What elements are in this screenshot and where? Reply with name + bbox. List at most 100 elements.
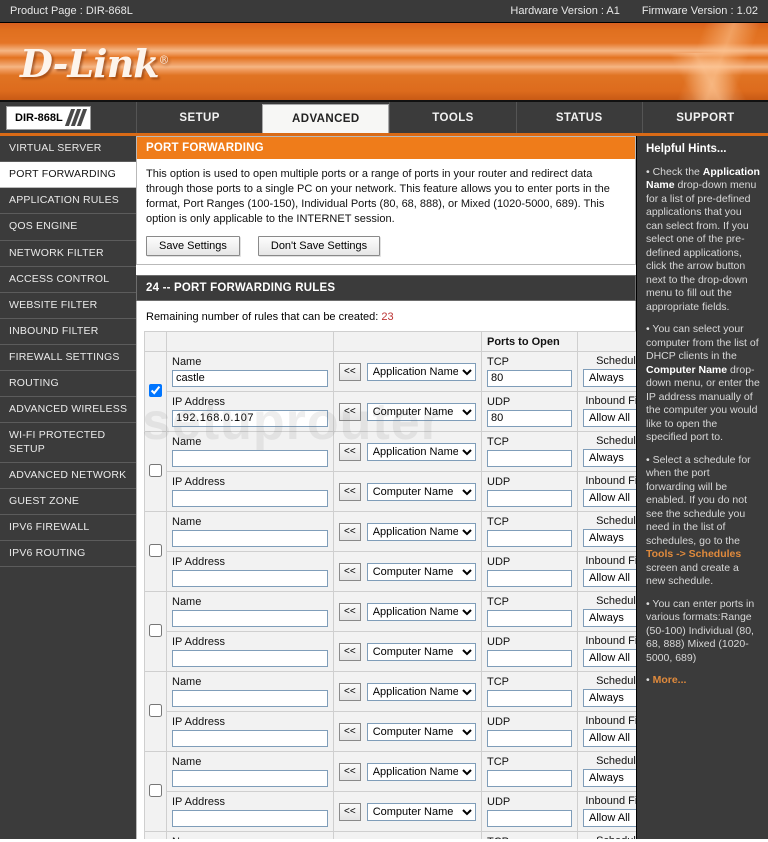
- computer-name-select[interactable]: Computer Name: [366, 482, 476, 501]
- application-name-select[interactable]: Application Name: [366, 602, 476, 621]
- apply-application-name-button[interactable]: <<: [339, 762, 361, 781]
- sidebar-item-guest-zone[interactable]: GUEST ZONE: [0, 489, 136, 515]
- tcp-port-input[interactable]: [487, 689, 572, 707]
- apply-application-name-button[interactable]: <<: [339, 522, 361, 541]
- ip-address-input[interactable]: [172, 489, 328, 507]
- ip-address-cell: IP Address: [166, 791, 334, 832]
- application-name-select[interactable]: Application Name: [366, 522, 476, 541]
- apply-application-name-button[interactable]: <<: [339, 362, 361, 381]
- more-link[interactable]: More...: [653, 674, 687, 686]
- ip-address-input[interactable]: [172, 649, 328, 667]
- udp-port-input[interactable]: [487, 489, 572, 507]
- sidebar-item-advanced-network[interactable]: ADVANCED NETWORK: [0, 463, 136, 489]
- sidebar-item-application-rules[interactable]: APPLICATION RULES: [0, 188, 136, 215]
- schedule-label: Schedule: [596, 435, 636, 447]
- computer-name-select[interactable]: Computer Name: [366, 562, 476, 581]
- application-name-select[interactable]: Application Name: [366, 362, 476, 381]
- sidebar-item-ipv6-firewall[interactable]: IPV6 FIREWALL: [0, 515, 136, 541]
- rules-section-body: Remaining number of rules that can be cr…: [136, 301, 636, 839]
- sidebar-item-port-forwarding[interactable]: PORT FORWARDING: [0, 162, 136, 189]
- inbound-filter-select[interactable]: Allow All: [583, 729, 636, 747]
- apply-application-name-button[interactable]: <<: [339, 442, 361, 461]
- sidebar-item-wi-fi-protected-setup[interactable]: WI-FI PROTECTED SETUP: [0, 423, 136, 463]
- udp-label: UDP: [487, 635, 511, 648]
- computer-name-select[interactable]: Computer Name: [366, 802, 476, 821]
- inbound-filter-select[interactable]: Allow All: [583, 569, 636, 587]
- rule-name-cell: Name: [166, 831, 334, 839]
- apply-computer-name-button[interactable]: <<: [339, 642, 361, 661]
- apply-computer-name-button[interactable]: <<: [339, 722, 361, 741]
- dont-save-settings-button[interactable]: Don't Save Settings: [257, 236, 381, 256]
- udp-port-input[interactable]: [487, 569, 572, 587]
- schedule-select[interactable]: Always: [583, 609, 636, 627]
- apply-application-name-button[interactable]: <<: [339, 602, 361, 621]
- ip-address-input[interactable]: [172, 409, 328, 427]
- computer-name-select[interactable]: Computer Name: [366, 402, 476, 421]
- schedule-select[interactable]: Always: [583, 769, 636, 787]
- inbound-filter-select[interactable]: Allow All: [583, 649, 636, 667]
- tab-tools[interactable]: TOOLS: [389, 102, 515, 133]
- apply-computer-name-button[interactable]: <<: [339, 482, 361, 501]
- application-name-select[interactable]: Application Name: [366, 762, 476, 781]
- schedule-select[interactable]: Always: [583, 689, 636, 707]
- apply-computer-name-button[interactable]: <<: [339, 402, 361, 421]
- settings-button-row: Save Settings Don't Save Settings: [146, 236, 626, 256]
- application-name-select[interactable]: Application Name: [366, 442, 476, 461]
- tcp-port-input[interactable]: [487, 769, 572, 787]
- tab-setup[interactable]: SETUP: [136, 102, 262, 133]
- application-name-select[interactable]: Application Name: [366, 682, 476, 701]
- rule-name-input[interactable]: [172, 449, 328, 467]
- sidebar-item-virtual-server[interactable]: VIRTUAL SERVER: [0, 136, 136, 163]
- schedule-select[interactable]: Always: [583, 449, 636, 467]
- apply-computer-name-button[interactable]: <<: [339, 562, 361, 581]
- sidebar-item-access-control[interactable]: ACCESS CONTROL: [0, 267, 136, 293]
- inbound-filter-select[interactable]: Allow All: [583, 409, 636, 427]
- rule-name-input[interactable]: [172, 529, 328, 547]
- sidebar-item-firewall-settings[interactable]: FIREWALL SETTINGS: [0, 345, 136, 372]
- schedule-select[interactable]: Always: [583, 369, 636, 387]
- computer-name-select[interactable]: Computer Name: [366, 642, 476, 661]
- tools-schedules-link[interactable]: Tools -> Schedules: [646, 548, 741, 560]
- tab-support[interactable]: SUPPORT: [641, 102, 768, 133]
- tcp-port-input[interactable]: [487, 529, 572, 547]
- schedule-select[interactable]: Always: [583, 529, 636, 547]
- rule-enabled-checkbox[interactable]: [149, 703, 162, 717]
- sidebar-item-routing[interactable]: ROUTING: [0, 371, 136, 398]
- udp-port-input[interactable]: [487, 649, 572, 667]
- sidebar-item-qos-engine[interactable]: QOS ENGINE: [0, 214, 136, 241]
- rule-name-input[interactable]: [172, 769, 328, 787]
- udp-port-input[interactable]: [487, 729, 572, 747]
- save-settings-button[interactable]: Save Settings: [146, 236, 240, 256]
- tcp-port-input[interactable]: [487, 449, 572, 467]
- sidebar-item-advanced-wireless[interactable]: ADVANCED WIRELESS: [0, 397, 136, 424]
- udp-port-input[interactable]: [487, 409, 572, 427]
- rule-enable-cell: [144, 431, 167, 512]
- rule-name-input[interactable]: [172, 609, 328, 627]
- sidebar-item-ipv6-routing[interactable]: IPV6 ROUTING: [0, 541, 136, 568]
- inbound-filter-select[interactable]: Allow All: [583, 809, 636, 827]
- rule-enabled-checkbox[interactable]: [149, 783, 162, 797]
- rule-enabled-checkbox[interactable]: [149, 383, 162, 397]
- tcp-port-input[interactable]: [487, 609, 572, 627]
- sidebar-item-website-filter[interactable]: WEBSITE FILTER: [0, 293, 136, 319]
- ip-address-input[interactable]: [172, 809, 328, 827]
- tab-advanced[interactable]: ADVANCED: [262, 104, 390, 133]
- rule-name-input[interactable]: [172, 369, 328, 387]
- rule-name-input[interactable]: [172, 689, 328, 707]
- remaining-rules-text: Remaining number of rules that can be cr…: [144, 309, 628, 331]
- udp-port-input[interactable]: [487, 809, 572, 827]
- inbound-filter-select[interactable]: Allow All: [583, 489, 636, 507]
- ip-address-input[interactable]: [172, 569, 328, 587]
- rule-enabled-checkbox[interactable]: [149, 543, 162, 557]
- computer-name-cell: << Computer Name: [333, 791, 482, 832]
- sidebar-item-inbound-filter[interactable]: INBOUND FILTER: [0, 319, 136, 345]
- rule-enabled-checkbox[interactable]: [149, 463, 162, 477]
- rule-enabled-checkbox[interactable]: [149, 623, 162, 637]
- computer-name-select[interactable]: Computer Name: [366, 722, 476, 741]
- apply-computer-name-button[interactable]: <<: [339, 802, 361, 821]
- tab-status[interactable]: STATUS: [515, 102, 642, 133]
- sidebar-item-network-filter[interactable]: NETWORK FILTER: [0, 241, 136, 267]
- apply-application-name-button[interactable]: <<: [339, 682, 361, 701]
- ip-address-input[interactable]: [172, 729, 328, 747]
- tcp-port-input[interactable]: [487, 369, 572, 387]
